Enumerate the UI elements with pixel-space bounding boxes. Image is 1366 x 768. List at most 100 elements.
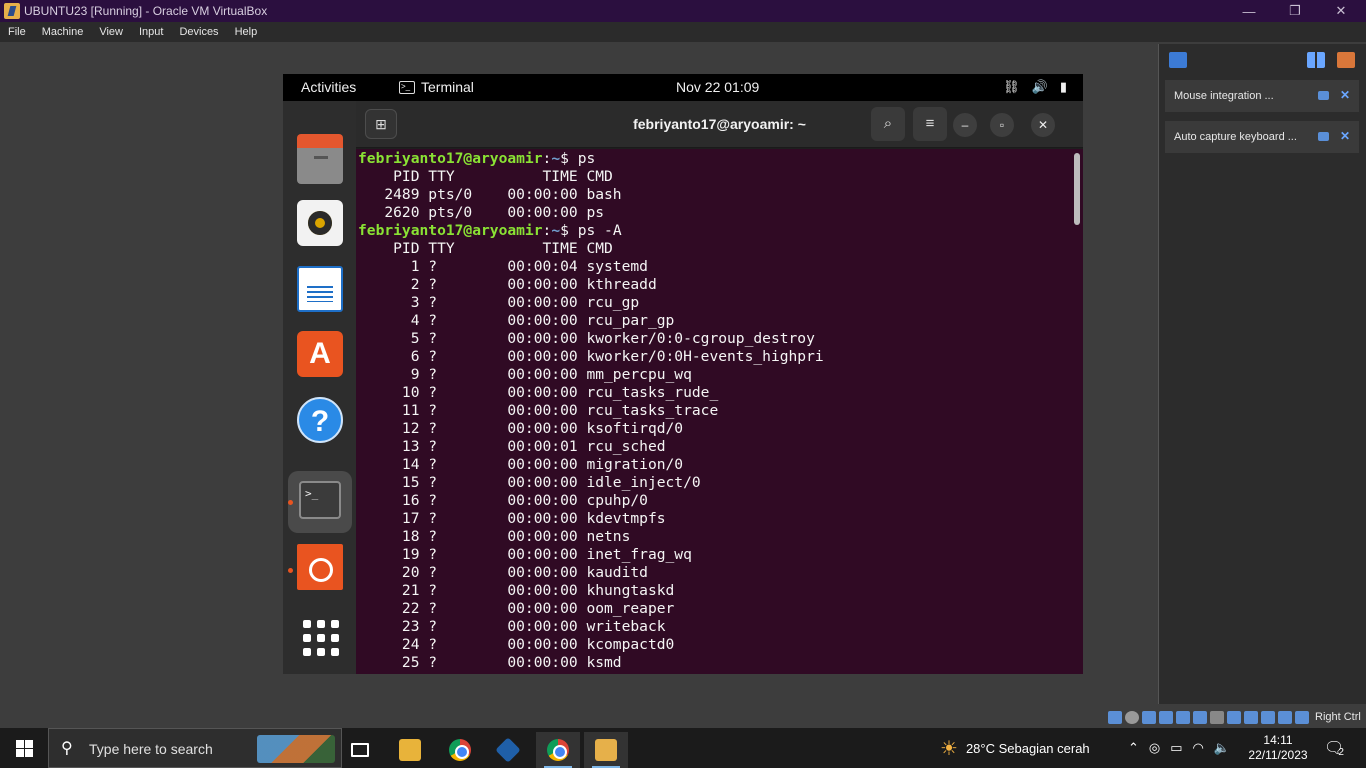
- mouse-integration-icon[interactable]: [1261, 710, 1275, 724]
- prompt-user: febriyanto17@aryoamir: [358, 150, 543, 167]
- optical-drive-icon[interactable]: [1125, 710, 1139, 724]
- process-row: 6 ? 00:00:00 kworker/0:0H-events_highpri: [410, 348, 824, 365]
- search-input[interactable]: Type here to search: [89, 741, 213, 757]
- wifi-icon[interactable]: ◠: [1193, 740, 1204, 756]
- start-button[interactable]: [16, 740, 33, 757]
- terminal-output[interactable]: febriyanto17@aryoamir:~$ ps PID TTY TIME…: [356, 149, 1083, 674]
- restore-button[interactable]: ❐: [1272, 0, 1318, 22]
- process-row: 2 ? 00:00:00 kthreadd: [410, 276, 657, 293]
- cpu-icon[interactable]: [1244, 710, 1258, 724]
- battery-icon[interactable]: ▭: [1170, 740, 1182, 756]
- notification-auto-capture[interactable]: Auto capture keyboard ... ✕: [1165, 121, 1359, 153]
- dismiss-icon[interactable]: ✕: [1340, 129, 1350, 143]
- meet-now-icon[interactable]: ◎: [1149, 740, 1160, 756]
- shared-folders-icon[interactable]: [1193, 710, 1207, 724]
- close-button[interactable]: ✕: [1318, 0, 1364, 22]
- process-row: 23 ? 00:00:00 writeback: [401, 618, 666, 635]
- system-tray[interactable]: ⛓ 🔊 ▮: [1003, 79, 1067, 95]
- sort-icon[interactable]: [1307, 52, 1325, 68]
- chrome-profile-button[interactable]: [536, 732, 580, 768]
- notification-center-button[interactable]: 🗨 2: [1324, 728, 1344, 768]
- command: ps: [577, 150, 596, 167]
- notification-text: Mouse integration ...: [1174, 90, 1274, 102]
- terminal-header-bar: ⊞ febriyanto17@aryoamir: ~ ⌕ ≡ – ▫ ✕: [356, 101, 1083, 148]
- app-menu[interactable]: >_ Terminal: [399, 79, 474, 95]
- notification-count: 2: [1338, 746, 1344, 758]
- help-icon[interactable]: ?: [297, 397, 343, 443]
- display-icon[interactable]: [1210, 710, 1224, 724]
- guest-screen[interactable]: Activities >_ Terminal Nov 22 01:09 ⛓ 🔊 …: [283, 74, 1083, 674]
- virtualbox-taskbar-button[interactable]: [486, 732, 530, 768]
- files-icon[interactable]: [297, 134, 343, 184]
- process-row: 21 ? 00:00:00 khungtaskd: [401, 582, 675, 599]
- file-explorer-button[interactable]: [388, 732, 432, 768]
- process-row: 16 ? 00:00:00 cpuhp/0: [401, 492, 648, 509]
- notification-mouse-integration[interactable]: Mouse integration ... ✕: [1165, 80, 1359, 112]
- command: ps -A: [577, 222, 622, 239]
- chrome-button[interactable]: [438, 732, 482, 768]
- task-view-button[interactable]: [338, 732, 382, 768]
- info-icon[interactable]: [1318, 91, 1329, 100]
- process-row: 14 ? 00:00:00 migration/0: [401, 456, 684, 473]
- app-name: Terminal: [421, 79, 474, 95]
- audio-icon[interactable]: [1142, 710, 1156, 724]
- clock[interactable]: Nov 22 01:09: [676, 79, 759, 95]
- menu-machine[interactable]: Machine: [34, 26, 92, 38]
- process-row: 20 ? 00:00:00 kauditd: [401, 564, 648, 581]
- process-row: 15 ? 00:00:00 idle_inject/0: [401, 474, 701, 491]
- rhythmbox-icon[interactable]: [297, 200, 343, 246]
- weather-widget[interactable]: ☀ 28°C Sebagian cerah: [940, 728, 1090, 768]
- ps-rows: 2489 pts/0 00:00:00 bash 2620 pts/0 00:0…: [358, 186, 621, 221]
- dismiss-icon[interactable]: ✕: [1340, 88, 1350, 102]
- network-adapter-icon[interactable]: [1159, 710, 1173, 724]
- keyboard-capture-icon[interactable]: [1278, 710, 1292, 724]
- menu-view[interactable]: View: [91, 26, 131, 38]
- clear-all-icon[interactable]: [1337, 52, 1355, 68]
- libreoffice-writer-icon[interactable]: [297, 266, 343, 312]
- recording-icon[interactable]: [1227, 710, 1241, 724]
- process-row: 10 ? 00:00:00 rcu_tasks_rude_: [401, 384, 719, 401]
- show-apps-icon[interactable]: [297, 614, 343, 660]
- running-indicator: [288, 568, 293, 573]
- menu-input[interactable]: Input: [131, 26, 171, 38]
- close-window-button[interactable]: ✕: [1031, 113, 1055, 137]
- virtualbox-vm-button[interactable]: [584, 732, 628, 768]
- menu-devices[interactable]: Devices: [171, 26, 226, 38]
- terminal-dock-icon[interactable]: >_: [299, 481, 341, 519]
- volume-icon: 🔊: [1031, 79, 1048, 94]
- terminal-text: febriyanto17@aryoamir:~$ ps PID TTY TIME…: [358, 150, 824, 671]
- window-title: UBUNTU23 [Running] - Oracle VM VirtualBo…: [24, 4, 268, 18]
- process-row: 11 ? 00:00:00 rcu_tasks_trace: [401, 402, 719, 419]
- ubuntu-dock: A ? >_: [283, 101, 356, 674]
- gnome-top-bar: Activities >_ Terminal Nov 22 01:09 ⛓ 🔊 …: [283, 74, 1083, 101]
- minimize-button[interactable]: —: [1226, 0, 1272, 22]
- menu-file[interactable]: File: [0, 26, 34, 38]
- ubuntu-installer-icon[interactable]: [297, 544, 343, 590]
- host-key-icon[interactable]: [1295, 710, 1309, 724]
- terminal-scrollbar[interactable]: [1074, 153, 1080, 225]
- terminal-icon: >_: [399, 80, 415, 94]
- notification-text: Auto capture keyboard ...: [1174, 131, 1297, 143]
- clock-area[interactable]: 14:11 22/11/2023: [1247, 728, 1309, 768]
- notification-center-icon[interactable]: [1169, 52, 1187, 68]
- chevron-up-icon[interactable]: ⌃: [1128, 740, 1139, 756]
- network-icon: ⛓: [1003, 79, 1020, 94]
- process-row: 9 ? 00:00:00 mm_percpu_wq: [410, 366, 692, 383]
- menu-help[interactable]: Help: [227, 26, 266, 38]
- process-row: 17 ? 00:00:00 kdevtmpfs: [401, 510, 666, 527]
- process-row: 24 ? 00:00:00 kcompactd0: [401, 636, 675, 653]
- activities-button[interactable]: Activities: [301, 79, 356, 95]
- process-row: 19 ? 00:00:00 inet_frag_wq: [401, 546, 692, 563]
- info-icon[interactable]: [1318, 132, 1329, 141]
- menu-button[interactable]: ≡: [913, 107, 947, 141]
- speaker-icon[interactable]: 🔈: [1214, 740, 1230, 756]
- app-center-icon[interactable]: A: [297, 331, 343, 377]
- hard-disk-icon[interactable]: [1108, 710, 1122, 724]
- vbox-status-bar: Right Ctrl: [1108, 708, 1366, 726]
- weather-text: 28°C Sebagian cerah: [965, 740, 1090, 756]
- minimize-window-button[interactable]: –: [953, 113, 977, 137]
- search-button[interactable]: ⌕: [871, 107, 905, 141]
- maximize-window-button[interactable]: ▫: [990, 113, 1014, 137]
- usb-icon[interactable]: [1176, 710, 1190, 724]
- taskbar-search[interactable]: ⚲ Type here to search: [48, 728, 342, 768]
